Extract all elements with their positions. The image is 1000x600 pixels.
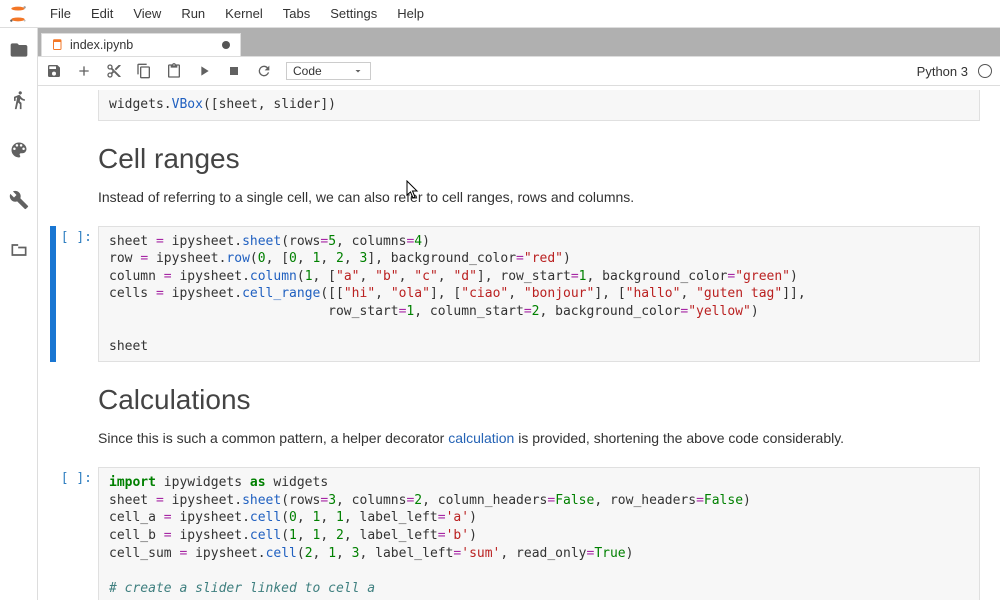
text: is provided, shortening the above code c… [514,430,844,446]
palette-icon[interactable] [9,140,29,160]
tabs-icon[interactable] [9,240,29,260]
kernel-indicator[interactable]: Python 3 [917,64,992,79]
tab-title: index.ipynb [70,38,133,52]
run-icon[interactable] [196,63,212,79]
celltype-value: Code [293,64,322,78]
tab-bar: index.ipynb [38,28,1000,56]
code-cell[interactable]: [ ]: sheet = ipysheet.sheet(rows=5, colu… [50,226,980,363]
markdown-cell[interactable]: Calculations Since this is such a common… [50,366,980,463]
restart-icon[interactable] [256,63,272,79]
copy-icon[interactable] [136,63,152,79]
menu-tabs[interactable]: Tabs [273,2,320,25]
add-cell-icon[interactable] [76,63,92,79]
save-icon[interactable] [46,63,62,79]
menu-view[interactable]: View [123,2,171,25]
menu-run[interactable]: Run [171,2,215,25]
code-cell[interactable]: widgets.VBox([sheet, slider]) [50,90,980,121]
code-text: ([sheet, slider]) [203,97,336,112]
paste-icon[interactable] [166,63,182,79]
wrench-icon[interactable] [9,190,29,210]
notebook-icon [52,39,64,51]
heading: Cell ranges [98,143,980,175]
code-editor[interactable]: sheet = ipysheet.sheet(rows=5, columns=4… [98,226,980,363]
menu-file[interactable]: File [40,2,81,25]
notebook-toolbar: Code Python 3 [38,56,1000,86]
code-text: VBox [172,97,203,112]
running-icon[interactable] [9,90,29,110]
stop-icon[interactable] [226,63,242,79]
menu-edit[interactable]: Edit [81,2,123,25]
menu-kernel[interactable]: Kernel [215,2,273,25]
prompt: [ ]: [61,230,92,363]
text: Since this is such a common pattern, a h… [98,430,448,446]
paragraph: Since this is such a common pattern, a h… [98,428,980,449]
code-editor[interactable]: import ipywidgets as widgets sheet = ipy… [98,467,980,600]
heading: Calculations [98,384,980,416]
cut-icon[interactable] [106,63,122,79]
notebook-panel[interactable]: widgets.VBox([sheet, slider]) Cell range… [38,86,1000,600]
markdown-cell[interactable]: Cell ranges Instead of referring to a si… [50,125,980,222]
prompt: [ ]: [61,471,92,600]
code-text: widgets. [109,97,172,112]
kernel-status-icon [978,64,992,78]
menu-settings[interactable]: Settings [320,2,387,25]
menu-bar: File Edit View Run Kernel Tabs Settings … [0,0,1000,28]
calculation-link[interactable]: calculation [448,430,514,446]
folder-icon[interactable] [9,40,29,60]
activity-bar [0,28,38,600]
jupyter-logo-icon [8,4,28,24]
dirty-indicator-icon [222,41,230,49]
tab-file[interactable]: index.ipynb [41,33,241,56]
code-cell[interactable]: [ ]: import ipywidgets as widgets sheet … [50,467,980,600]
celltype-select[interactable]: Code [286,62,371,80]
kernel-name: Python 3 [917,64,968,79]
menu-help[interactable]: Help [387,2,434,25]
paragraph: Instead of referring to a single cell, w… [98,187,980,208]
chevron-down-icon [352,65,364,77]
